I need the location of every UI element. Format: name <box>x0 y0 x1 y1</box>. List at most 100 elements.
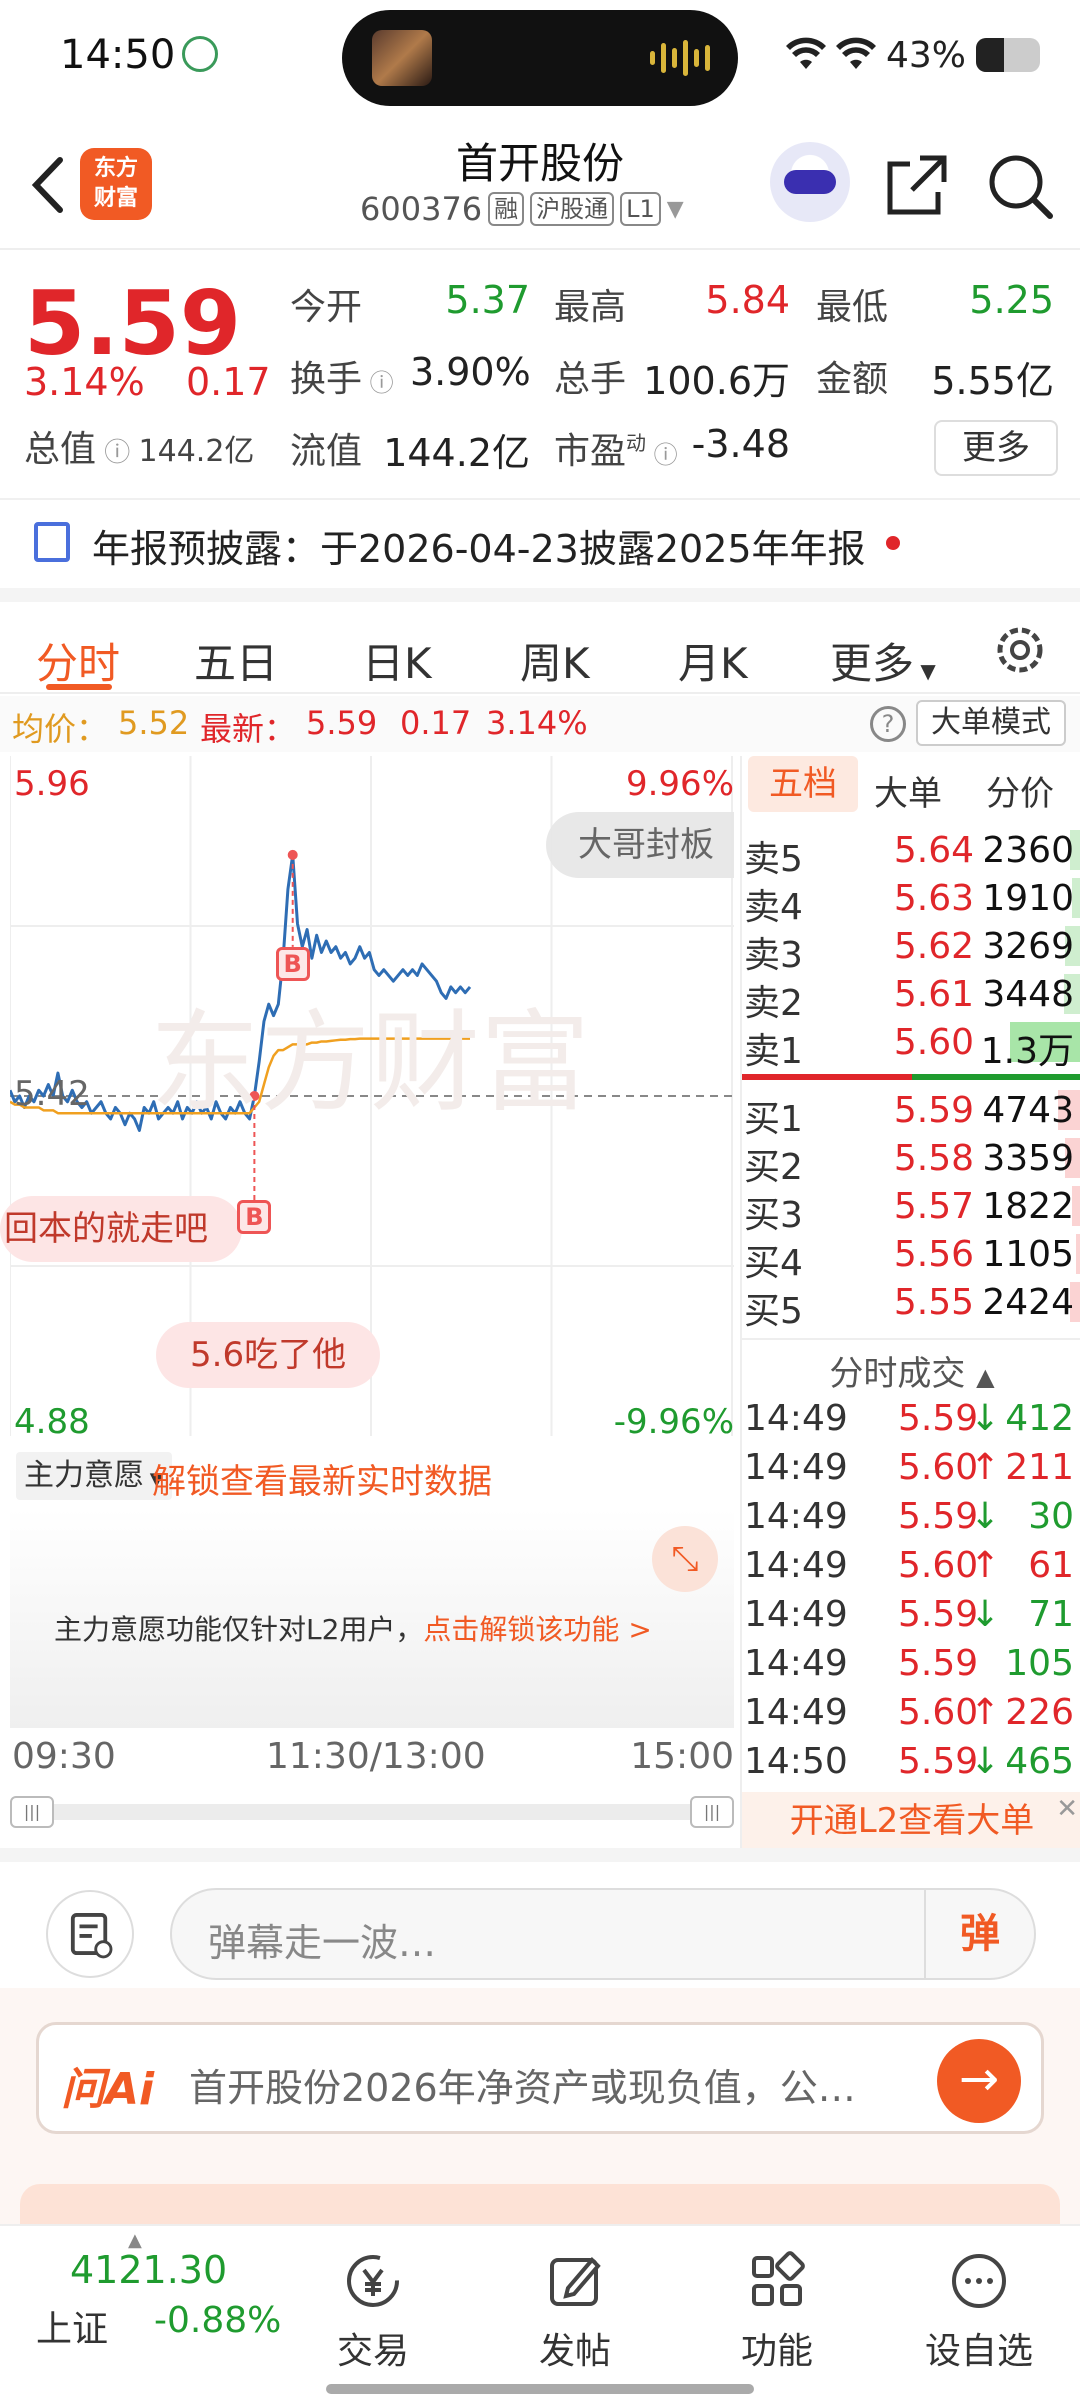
chart-range-slider[interactable]: ||| ||| <box>10 1796 734 1828</box>
nav-post[interactable]: 发帖 <box>500 2236 650 2376</box>
tick-direction: ↑ <box>970 1447 1001 1488</box>
tick-vol: 412 <box>1005 1398 1074 1439</box>
ask-row[interactable]: 卖3 5.62 3269 <box>742 922 1080 976</box>
ask-vol: 1910 <box>982 878 1074 919</box>
danmu-input[interactable]: 弹幕走一波… 弹 <box>170 1888 1036 1980</box>
close-icon[interactable]: ✕ <box>1056 1794 1078 1824</box>
ai-robot-icon[interactable] <box>770 142 850 222</box>
nav-post-label: 发帖 <box>538 2331 611 2372</box>
change-percent: 3.14% <box>24 360 145 404</box>
tick-time: 14:49 <box>744 1398 848 1439</box>
tick-row: 14:49 5.59 105 <box>742 1641 1080 1689</box>
annual-report-notice[interactable]: 年报预披露：于2026-04-23披露2025年年报 <box>0 498 1080 582</box>
pe-value: -3.48 <box>691 422 790 466</box>
dynamic-island[interactable] <box>342 10 738 106</box>
tab-intraday[interactable]: 分时 <box>36 630 120 691</box>
tick-vol: 61 <box>1028 1545 1074 1586</box>
big-order-mode-button[interactable]: 大单模式 <box>916 700 1066 746</box>
bid-price: 5.59 <box>893 1090 974 1131</box>
danmu-bubble[interactable]: 回本的就走吧 <box>0 1196 242 1262</box>
bid-price: 5.55 <box>893 1282 974 1323</box>
audio-wave-icon <box>650 40 710 76</box>
tab-five-levels[interactable]: 五档 <box>748 756 858 812</box>
tick-row: 14:49 5.60 211 ↑ <box>742 1445 1080 1493</box>
bid-price: 5.58 <box>893 1138 974 1179</box>
bid-row[interactable]: 买2 5.58 3359 <box>742 1134 1080 1188</box>
bid-row[interactable]: 买1 5.59 4743 <box>742 1086 1080 1140</box>
order-book-panel: 五档 大单 分价 卖5 5.64 2360 卖4 5.63 1910 卖3 5.62 3269 卖… <box>740 756 1080 1856</box>
indicator-select[interactable]: 主力意愿 ▼ <box>16 1452 172 1500</box>
tab-daily-k[interactable]: 日K <box>362 630 432 691</box>
index-value[interactable]: 4121.30 <box>70 2248 227 2292</box>
bid-row[interactable]: 买5 5.55 2424 <box>742 1278 1080 1332</box>
more-button[interactable]: 更多 <box>934 420 1058 476</box>
nav-functions[interactable]: 功能 <box>702 2236 852 2376</box>
wifi-icon <box>785 37 826 69</box>
ask-ai-box[interactable]: 问Ai 首开股份2026年净资产或现负值，公… → <box>36 2022 1044 2134</box>
l2-upgrade-banner[interactable]: 开通L2查看大单 ✕ <box>742 1792 1080 1850</box>
stock-code-row[interactable]: 600376 融 沪股通 L1 ▼ <box>360 190 684 228</box>
note-settings-icon[interactable] <box>46 1890 134 1978</box>
search-icon[interactable] <box>980 146 1060 226</box>
danmu-bubble[interactable]: 大哥封板 <box>546 812 734 878</box>
tab-indicator <box>46 684 112 690</box>
main-force-message[interactable]: 主力意愿功能仅针对L2用户，点击解锁该功能 > <box>54 1608 652 1648</box>
tab-weekly-k[interactable]: 周K <box>520 630 590 691</box>
tab-price-volume[interactable]: 分价 <box>986 766 1054 815</box>
bid-row[interactable]: 买4 5.56 1105 <box>742 1230 1080 1284</box>
tick-price: 5.59 <box>898 1643 979 1684</box>
tick-vol: 105 <box>1005 1643 1074 1684</box>
nav-functions-label: 功能 <box>740 2331 813 2372</box>
bid-volume-bar <box>1076 1234 1080 1274</box>
ask-row[interactable]: 卖5 5.64 2360 <box>742 826 1080 880</box>
time-tick-open: 09:30 <box>12 1736 116 1777</box>
ask-row[interactable]: 卖2 5.61 3448 <box>742 970 1080 1024</box>
open-value: 5.37 <box>445 278 530 322</box>
index-name[interactable]: 上证 <box>36 2300 108 2352</box>
arrow-right-icon[interactable]: → <box>937 2039 1021 2123</box>
pct-top-label: 9.96% <box>625 764 734 804</box>
hint-strip[interactable] <box>20 2184 1060 2224</box>
nav-add-watchlist[interactable]: 设自选 <box>904 2236 1054 2376</box>
ask-row[interactable]: 卖4 5.63 1910 <box>742 874 1080 928</box>
intraday-chart[interactable]: 东方财富 5.96 9.96% 5.42 4.88 -9.96% 大哥封板 回本… <box>0 756 734 1442</box>
tab-five-day[interactable]: 五日 <box>194 630 278 691</box>
tick-time: 14:49 <box>744 1447 848 1488</box>
tick-vol: 211 <box>1005 1447 1074 1488</box>
open-label: 今开 <box>290 287 363 328</box>
main-force-panel: ⤡ 主力意愿功能仅针对L2用户，点击解锁该功能 > <box>10 1508 734 1728</box>
ask-price: 5.63 <box>893 878 974 919</box>
unlock-link[interactable]: 解锁查看最新实时数据 <box>152 1454 492 1503</box>
expand-icon[interactable]: ⤡ <box>652 1526 718 1592</box>
tab-big-orders[interactable]: 大单 <box>874 766 942 815</box>
danmu-send-button[interactable]: 弹 <box>924 1890 1034 1978</box>
danmu-bubble[interactable]: 5.6吃了他 <box>156 1322 381 1388</box>
tick-vol: 226 <box>1005 1692 1074 1733</box>
tick-vol: 465 <box>1005 1741 1074 1782</box>
tick-price: 5.59 <box>898 1496 979 1537</box>
buy-marker[interactable]: B <box>237 1200 272 1234</box>
gear-icon[interactable] <box>990 620 1050 680</box>
stock-header: 东方 财富 首开股份 600376 融 沪股通 L1 ▼ <box>0 120 1080 250</box>
nav-trade[interactable]: 交易 <box>298 2236 448 2376</box>
help-icon[interactable]: ? <box>870 706 906 742</box>
pe-label: 市盈动 ⓘ <box>554 431 678 472</box>
tab-more[interactable]: 更多 ▼ <box>830 630 936 691</box>
nav-add-watchlist-label: 设自选 <box>924 2331 1033 2372</box>
share-icon[interactable] <box>876 146 956 226</box>
buy-marker[interactable]: B <box>275 946 310 981</box>
time-tick-close: 15:00 <box>630 1736 734 1777</box>
tick-row: 14:49 5.60 61 ↑ <box>742 1543 1080 1591</box>
tab-monthly-k[interactable]: 月K <box>678 630 748 691</box>
ask-row[interactable]: 卖1 5.60 1.3万 <box>742 1018 1080 1072</box>
amount-value: 5.55亿 <box>931 359 1054 403</box>
yen-icon <box>347 2255 399 2307</box>
slider-handle-right[interactable]: ||| <box>690 1796 734 1828</box>
tick-time: 14:49 <box>744 1545 848 1586</box>
slider-handle-left[interactable]: ||| <box>10 1796 54 1828</box>
bottom-nav: ▲ 4121.30 上证 -0.88% 交易 发帖 功能 设自选 <box>0 2224 1080 2400</box>
ticks-header[interactable]: 分时成交 ▲ <box>742 1338 1080 1394</box>
media-thumbnail <box>372 30 432 86</box>
bid-row[interactable]: 买3 5.57 1822 <box>742 1182 1080 1236</box>
edit-icon <box>550 2257 601 2306</box>
